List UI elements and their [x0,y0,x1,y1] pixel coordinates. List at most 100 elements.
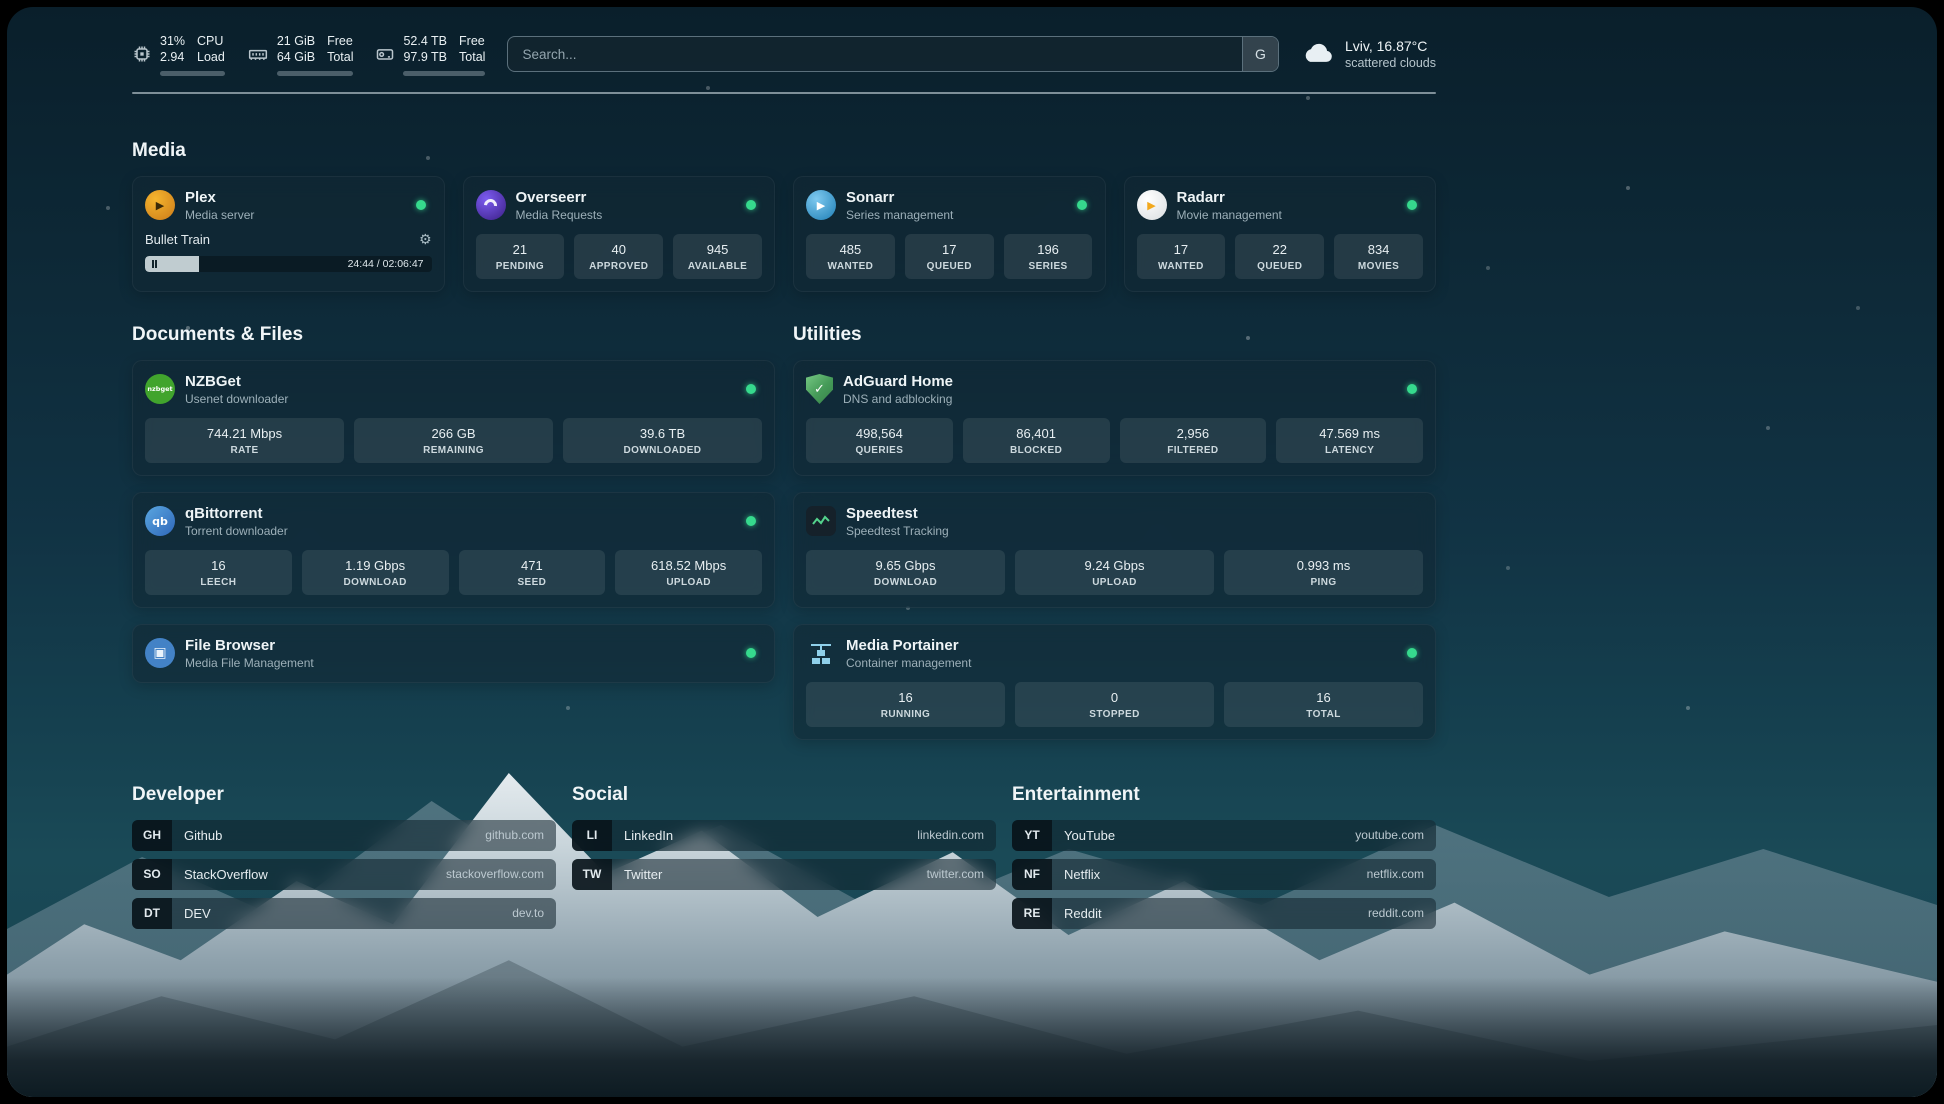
stat-value: 17 [909,242,990,257]
status-dot [746,516,756,526]
qbittorrent-card[interactable]: qb qBittorrent Torrent downloader 16 LEE… [132,492,775,608]
stat-value: 86,401 [967,426,1106,441]
stat-label: DOWNLOAD [810,577,1001,588]
weather-widget: Lviv, 16.87°C scattered clouds [1301,38,1436,70]
gear-icon[interactable]: ⚙ [419,232,432,248]
stat-label: QUERIES [810,445,949,456]
stat-tile: 16 TOTAL [1224,682,1423,727]
stat-tile: 9.24 Gbps UPLOAD [1015,550,1214,595]
stat-label: UPLOAD [619,577,758,588]
stat-value: 2,956 [1124,426,1263,441]
plex-icon: ▶ [145,190,175,220]
stat-tile: 618.52 Mbps UPLOAD [615,550,762,595]
section-title-utilities: Utilities [793,324,1436,346]
stat-tile: 744.21 Mbps RATE [145,418,344,463]
stat-value: 834 [1338,242,1419,257]
stat-value: 196 [1008,242,1089,257]
bookmark-url: reddit.com [1368,906,1424,920]
hard-disk-icon [375,44,395,64]
bookmark-row-netflix[interactable]: NF Netflix netflix.com [1012,859,1436,890]
stat-label: PING [1228,577,1419,588]
stat-value: 0.993 ms [1228,558,1419,573]
bookmark-name: DEV [184,906,211,921]
disk-free-value: 52.4 TB [403,33,447,49]
cpu-usage-value: 31% [160,33,185,49]
app-name: Overseerr [516,189,603,206]
stat-value: 39.6 TB [567,426,758,441]
stat-value: 16 [810,690,1001,705]
section-title-developer: Developer [132,784,556,806]
bookmark-row-reddit[interactable]: RE Reddit reddit.com [1012,898,1436,929]
search-input[interactable] [507,36,1279,72]
memory-free-value: 21 GiB [277,33,315,49]
bookmark-name: Twitter [624,867,662,882]
memory-total-value: 64 GiB [277,49,315,65]
app-subtitle: Torrent downloader [185,524,288,538]
pause-icon[interactable] [152,260,157,268]
adguard-card[interactable]: ✓ AdGuard Home DNS and adblocking 498,56… [793,360,1436,476]
stat-tile: 945 AVAILABLE [673,234,762,279]
section-title-documents: Documents & Files [132,324,775,346]
radarr-card[interactable]: ▶ Radarr Movie management 17 WANTED 22 Q… [1124,176,1437,292]
stat-value: 266 GB [358,426,549,441]
playback-progress-bar[interactable]: 24:44 / 02:06:47 [145,256,432,272]
stat-tile: 22 QUEUED [1235,234,1324,279]
stat-label: QUEUED [909,261,990,272]
status-dot [1407,384,1417,394]
cpu-load-value: 2.94 [160,49,185,65]
bookmark-group-developer: Developer GH Github github.com SO StackO… [132,784,556,937]
stat-tile: 0 STOPPED [1015,682,1214,727]
bookmark-name: Github [184,828,222,843]
filebrowser-card[interactable]: ▣ File Browser Media File Management [132,624,775,683]
bookmark-row-linkedin[interactable]: LI LinkedIn linkedin.com [572,820,996,851]
bookmark-row-stackoverflow[interactable]: SO StackOverflow stackoverflow.com [132,859,556,890]
search-engine-button[interactable]: G [1242,37,1278,71]
stat-tile: 16 RUNNING [806,682,1005,727]
bookmark-name: Netflix [1064,867,1100,882]
bookmark-badge: YT [1012,820,1052,851]
stat-tile: 40 APPROVED [574,234,663,279]
portainer-card[interactable]: Media Portainer Container management 16 … [793,624,1436,740]
stat-tile: 834 MOVIES [1334,234,1423,279]
stat-label: APPROVED [578,261,659,272]
stat-value: 9.65 Gbps [810,558,1001,573]
portainer-crane-icon [806,638,836,668]
plex-card[interactable]: ▶ Plex Media server Bullet Train ⚙ 24:44… [132,176,445,292]
weather-location: Lviv, 16.87°C [1345,38,1436,54]
sonarr-card[interactable]: ▶ Sonarr Series management 485 WANTED 17… [793,176,1106,292]
bookmark-url: netflix.com [1367,867,1424,881]
status-dot [1407,648,1417,658]
app-subtitle: Movie management [1177,208,1282,222]
media-card-grid: ▶ Plex Media server Bullet Train ⚙ 24:44… [132,176,1436,292]
overseerr-card[interactable]: Overseerr Media Requests 21 PENDING 40 A… [463,176,776,292]
speedtest-card[interactable]: Speedtest Speedtest Tracking 9.65 Gbps D… [793,492,1436,608]
cpu-chip-icon [132,44,152,64]
utilities-column: Utilities ✓ AdGuard Home DNS and adblock… [793,324,1436,740]
status-dot [746,384,756,394]
memory-progress-bar [277,71,354,76]
stat-value: 22 [1239,242,1320,257]
stat-label: LATENCY [1280,445,1419,456]
cpu-progress-bar [160,71,225,76]
stat-tile: 1.19 Gbps DOWNLOAD [302,550,449,595]
app-name: Media Portainer [846,637,971,654]
bookmark-name: LinkedIn [624,828,673,843]
bookmark-url: stackoverflow.com [446,867,544,881]
bookmark-url: twitter.com [927,867,984,881]
stat-label: UPLOAD [1019,577,1210,588]
stat-tile: 16 LEECH [145,550,292,595]
bookmark-row-youtube[interactable]: YT YouTube youtube.com [1012,820,1436,851]
status-dot [746,648,756,658]
bookmark-row-dev[interactable]: DT DEV dev.to [132,898,556,929]
stat-value: 9.24 Gbps [1019,558,1210,573]
bookmark-row-github[interactable]: GH Github github.com [132,820,556,851]
stat-tile: 485 WANTED [806,234,895,279]
bookmark-row-twitter[interactable]: TW Twitter twitter.com [572,859,996,890]
cpu-load-label: Load [197,49,225,65]
stat-label: AVAILABLE [677,261,758,272]
stat-value: 0 [1019,690,1210,705]
qbittorrent-icon: qb [145,506,175,536]
app-name: Plex [185,189,254,206]
stat-value: 16 [149,558,288,573]
nzbget-card[interactable]: nzbget NZBGet Usenet downloader 744.21 M… [132,360,775,476]
